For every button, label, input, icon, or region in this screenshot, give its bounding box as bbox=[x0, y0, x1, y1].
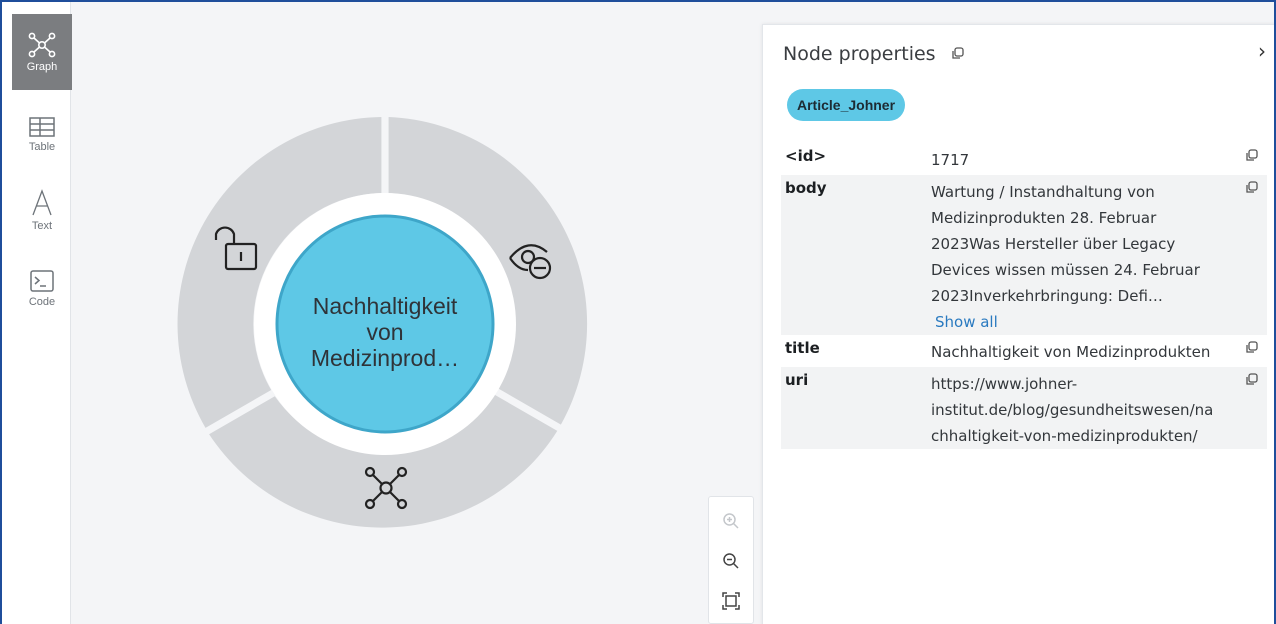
sidebar-item-code[interactable]: Code bbox=[12, 250, 72, 326]
property-value-line: Wartung / Instandhaltung von bbox=[931, 183, 1155, 201]
show-all-link[interactable]: Show all bbox=[931, 309, 1241, 335]
sidebar-item-graph[interactable]: Graph bbox=[12, 14, 72, 90]
property-value-line: Nachhaltigkeit von Medizinprodukten bbox=[931, 343, 1211, 361]
property-value: Wartung / Instandhaltung von Medizinprod… bbox=[931, 179, 1241, 335]
property-key: title bbox=[785, 339, 820, 357]
fit-view-button[interactable] bbox=[709, 581, 753, 621]
graph-canvas[interactable]: Nachhaltigkeit von Medizinprod… bbox=[70, 2, 760, 624]
view-sidebar: Graph Table Text Code bbox=[2, 2, 72, 624]
property-key: uri bbox=[785, 371, 809, 389]
panel-title: Node properties bbox=[783, 43, 936, 65]
property-row-uri: uri https://www.johner- institut.de/blog… bbox=[781, 367, 1267, 449]
property-value-line: Medizinprodukten 28. Februar bbox=[931, 209, 1157, 227]
copy-icon[interactable] bbox=[1245, 149, 1258, 162]
zoom-out-icon bbox=[723, 553, 739, 569]
property-row-id: <id> 1717 bbox=[781, 143, 1267, 173]
zoom-out-button[interactable] bbox=[709, 541, 753, 581]
sidebar-item-table[interactable]: Table bbox=[12, 96, 72, 172]
property-value-line: 2023Inverkehrbringung: Defi… bbox=[931, 287, 1163, 305]
node-caption-line: Nachhaltigkeit bbox=[313, 293, 458, 319]
text-icon bbox=[32, 188, 52, 215]
sidebar-item-label: Graph bbox=[26, 60, 58, 73]
property-value-line: Devices wissen müssen 24. Februar bbox=[931, 261, 1200, 279]
property-value-line: institut.de/blog/gesundheitswesen/na bbox=[931, 401, 1214, 419]
property-value-line: 2023Was Hersteller über Legacy bbox=[931, 235, 1176, 253]
node-properties-panel: Node properties › Article_Johner <id> 17… bbox=[762, 24, 1274, 624]
property-row-body: body Wartung / Instandhaltung von Medizi… bbox=[781, 175, 1267, 335]
property-row-title: title Nachhaltigkeit von Medizinprodukte… bbox=[781, 335, 1267, 365]
code-icon bbox=[30, 269, 54, 292]
property-value-line: https://www.johner- bbox=[931, 375, 1078, 393]
zoom-in-icon bbox=[723, 513, 739, 529]
sidebar-item-label: Text bbox=[31, 219, 53, 232]
node-label-chip[interactable]: Article_Johner bbox=[787, 89, 906, 121]
property-value-line: chhaltigkeit-von-medizinprodukten/ bbox=[931, 427, 1198, 445]
node-context-ring: Nachhaltigkeit von Medizinprod… bbox=[177, 117, 588, 528]
property-value: https://www.johner- institut.de/blog/ges… bbox=[931, 371, 1241, 449]
zoom-in-button[interactable] bbox=[709, 501, 753, 541]
fit-icon bbox=[722, 592, 740, 610]
property-value-line: 1717 bbox=[931, 151, 970, 169]
sidebar-item-text[interactable]: Text bbox=[12, 172, 72, 248]
graph-icon bbox=[28, 32, 56, 57]
sidebar-item-label: Code bbox=[28, 295, 56, 308]
node-caption-line: von bbox=[366, 319, 403, 345]
zoom-controls bbox=[708, 496, 754, 624]
copy-icon[interactable] bbox=[951, 47, 964, 60]
property-value: Nachhaltigkeit von Medizinprodukten bbox=[931, 339, 1241, 365]
table-icon bbox=[29, 116, 55, 137]
copy-icon[interactable] bbox=[1245, 341, 1258, 354]
property-key: <id> bbox=[785, 147, 827, 165]
property-key: body bbox=[785, 179, 827, 197]
node-caption-line: Medizinprod… bbox=[311, 345, 459, 371]
property-value: 1717 bbox=[931, 147, 1241, 173]
collapse-chevron-icon[interactable]: › bbox=[1258, 39, 1266, 63]
copy-icon[interactable] bbox=[1245, 181, 1258, 194]
app-window: Graph Table Text Code Nachhaltigkeit von… bbox=[0, 0, 1276, 624]
sidebar-item-label: Table bbox=[28, 140, 56, 153]
copy-icon[interactable] bbox=[1245, 373, 1258, 386]
